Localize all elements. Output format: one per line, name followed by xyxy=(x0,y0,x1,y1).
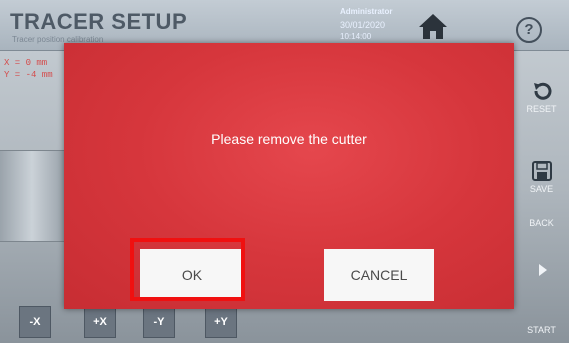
back-label: BACK xyxy=(529,218,554,228)
cancel-label: CANCEL xyxy=(350,267,408,283)
help-button[interactable]: ? xyxy=(516,17,542,43)
jog-minus-x-button[interactable]: -X xyxy=(19,306,51,338)
y-coordinate: Y = -4 mm xyxy=(4,70,53,80)
reset-button[interactable]: RESET xyxy=(514,80,569,114)
save-label: SAVE xyxy=(529,184,554,194)
dialog-message: Please remove the cutter xyxy=(211,131,367,147)
save-button[interactable]: SAVE xyxy=(514,160,569,194)
jog-minus-y-button[interactable]: -Y xyxy=(143,306,175,338)
jog-plus-y-button[interactable]: +Y xyxy=(205,306,237,338)
cutter-image xyxy=(0,150,64,242)
ok-button[interactable]: OK xyxy=(140,249,244,301)
start-button[interactable]: START xyxy=(514,325,569,335)
save-icon xyxy=(531,161,552,181)
ok-label: OK xyxy=(181,267,203,283)
page-title: TRACER SETUP xyxy=(10,9,188,34)
jog-plus-x-button[interactable]: +X xyxy=(84,306,116,338)
x-coordinate: X = 0 mm xyxy=(4,58,48,68)
back-button[interactable]: BACK xyxy=(514,218,569,228)
home-button[interactable] xyxy=(418,12,448,40)
current-date: 30/01/2020 xyxy=(340,20,386,30)
reset-label: RESET xyxy=(526,104,557,114)
current-time: 10:14:00 xyxy=(340,32,372,41)
reset-icon xyxy=(533,82,551,100)
home-icon xyxy=(419,14,447,39)
confirm-dialog: Please remove the cutter OK CANCEL xyxy=(64,43,514,309)
user-name: Administrator xyxy=(340,7,393,16)
start-label: START xyxy=(527,325,556,335)
chevron-right-icon xyxy=(538,264,547,276)
cancel-button[interactable]: CANCEL xyxy=(324,249,434,301)
next-arrow-button[interactable] xyxy=(514,262,569,280)
